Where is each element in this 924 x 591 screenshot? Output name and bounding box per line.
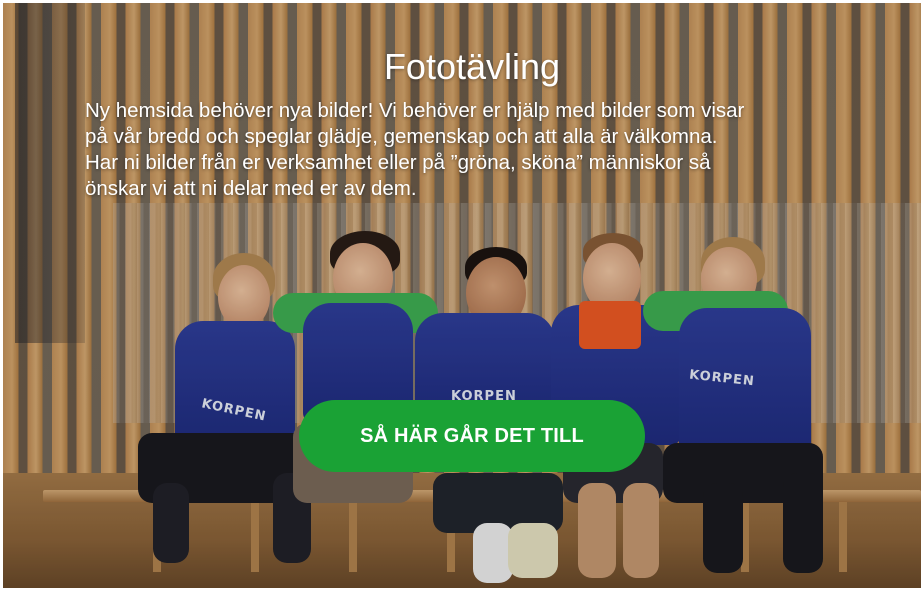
banner-description: Ny hemsida behöver nya bilder! Vi behöve… [85,98,885,202]
photo-contest-banner: KORPEN KORPEN KORPEN Fototävling Ny hems… [3,3,921,588]
photo-overlay [3,3,921,588]
description-line: Har ni bilder från er verksamhet eller p… [85,151,711,174]
description-line: Ny hemsida behöver nya bilder! Vi behöve… [85,99,745,122]
description-line: på vår bredd och speglar glädje, gemensk… [85,125,718,148]
group-photo: KORPEN KORPEN KORPEN [3,3,921,588]
how-it-works-button[interactable]: SÅ HÄR GÅR DET TILL [299,400,645,472]
banner-title: Fototävling [383,46,561,87]
description-line: önskar vi att ni delar med er av dem. [85,177,417,200]
